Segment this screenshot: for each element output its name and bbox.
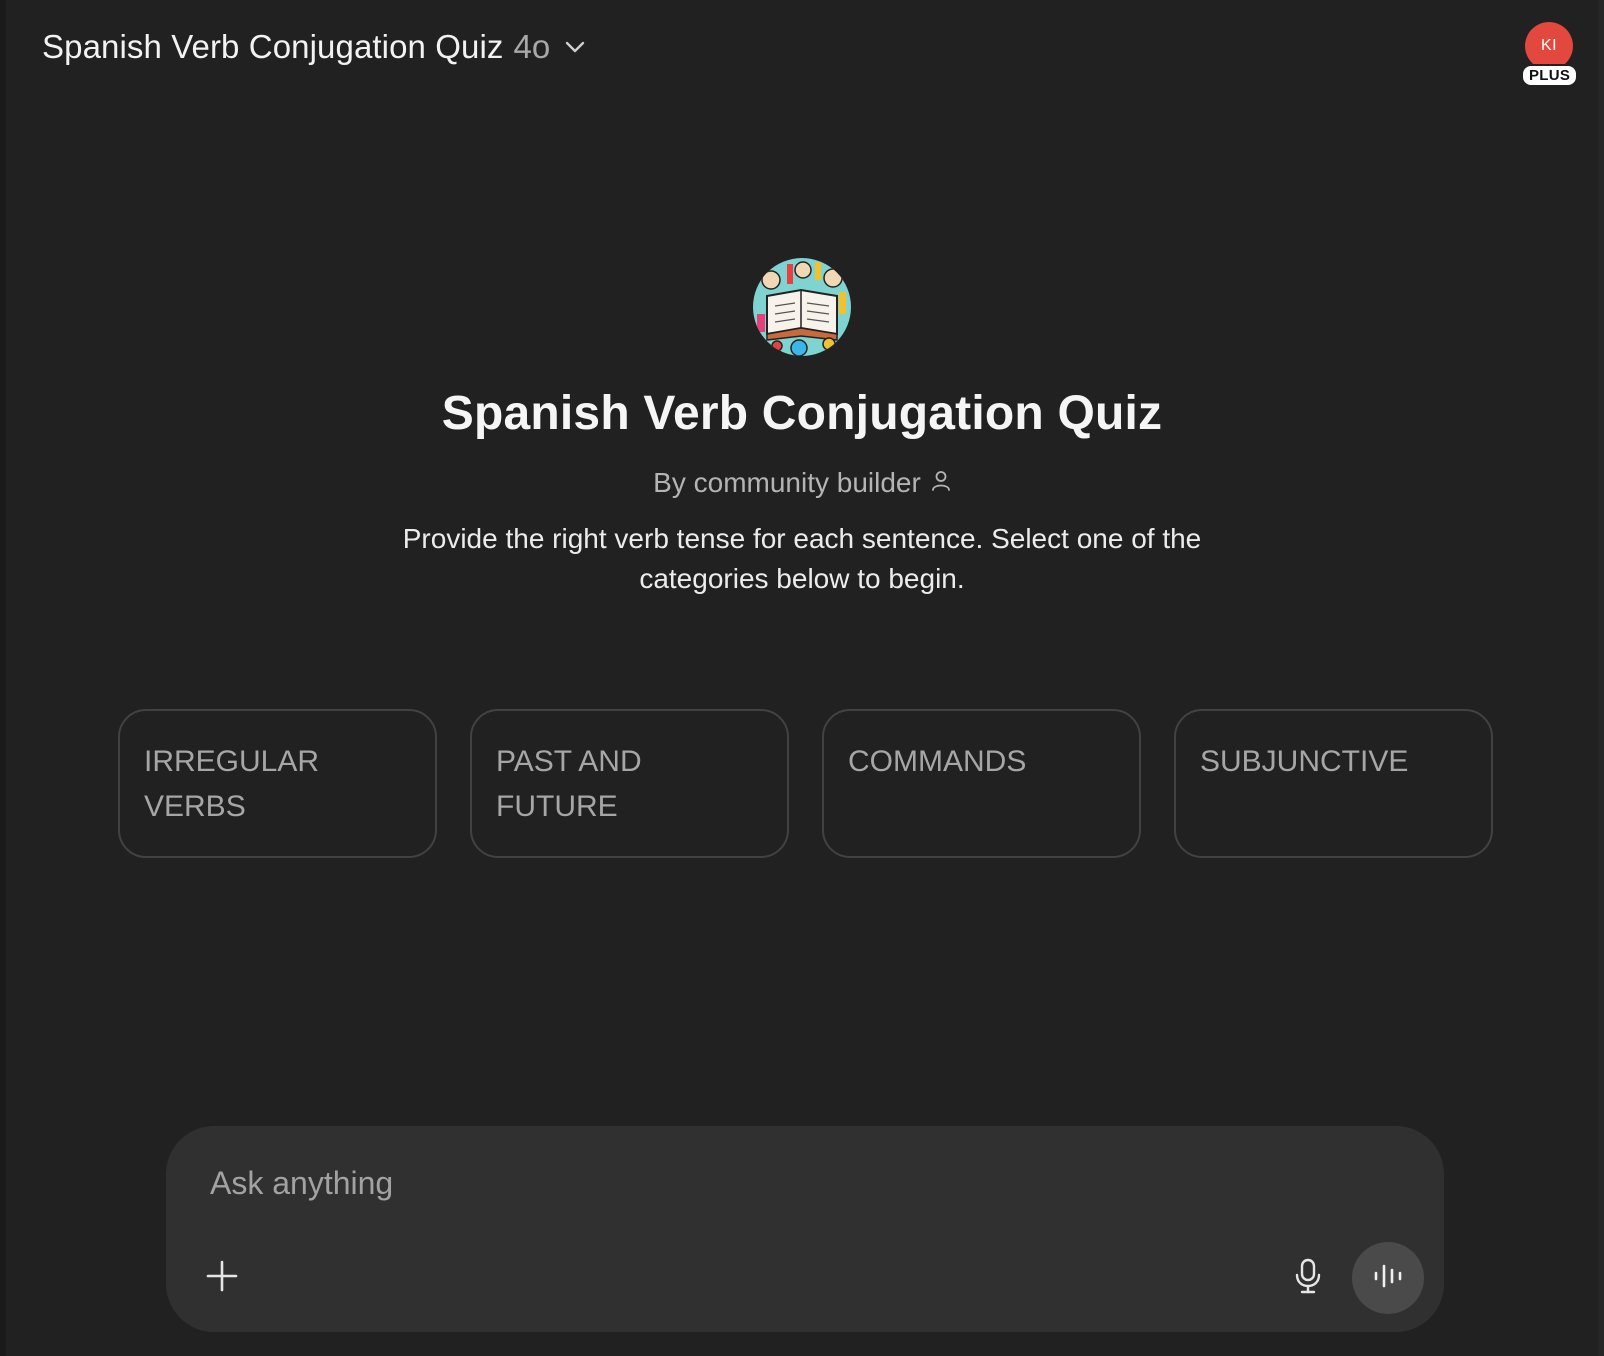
gpt-intro: Spanish Verb Conjugation Quiz By communi… xyxy=(0,258,1604,599)
starter-subjunctive[interactable]: SUBJUNCTIVE xyxy=(1174,709,1493,858)
dictate-button[interactable] xyxy=(1284,1254,1332,1302)
app-window: Spanish Verb Conjugation Quiz 4o KI PLUS xyxy=(0,0,1604,1356)
gpt-description: Provide the right verb tense for each se… xyxy=(402,523,1202,594)
gpt-author-label: By community builder xyxy=(653,467,921,498)
gpt-title: Spanish Verb Conjugation Quiz xyxy=(441,387,1163,440)
model-switcher[interactable]: Spanish Verb Conjugation Quiz 4o xyxy=(42,24,588,70)
voice-mode-icon xyxy=(1372,1262,1404,1295)
add-attachment-button[interactable] xyxy=(202,1258,242,1298)
scrollbar-track xyxy=(1598,0,1604,1356)
message-input[interactable] xyxy=(208,1160,1312,1206)
voice-mode-button[interactable] xyxy=(1352,1242,1424,1314)
microphone-icon xyxy=(1293,1258,1323,1299)
gpt-author[interactable]: By community builder xyxy=(653,467,951,499)
conversation-starters: IRREGULAR VERBS PAST AND FUTURE COMMANDS… xyxy=(118,709,1493,858)
model-version: 4o xyxy=(513,28,551,65)
chevron-down-icon xyxy=(562,34,588,60)
message-composer xyxy=(166,1126,1444,1332)
account-menu[interactable]: KI PLUS xyxy=(1520,22,1579,90)
gpt-logo-image xyxy=(753,258,851,356)
sidebar-edge xyxy=(0,0,6,1356)
starter-irregular-verbs[interactable]: IRREGULAR VERBS xyxy=(118,709,437,858)
person-icon xyxy=(931,467,951,499)
starter-commands[interactable]: COMMANDS xyxy=(822,709,1141,858)
plus-icon xyxy=(205,1259,239,1298)
model-title: Spanish Verb Conjugation Quiz xyxy=(42,28,504,65)
starter-past-and-future[interactable]: PAST AND FUTURE xyxy=(470,709,789,858)
avatar: KI xyxy=(1525,22,1573,70)
plan-badge: PLUS xyxy=(1521,64,1579,87)
